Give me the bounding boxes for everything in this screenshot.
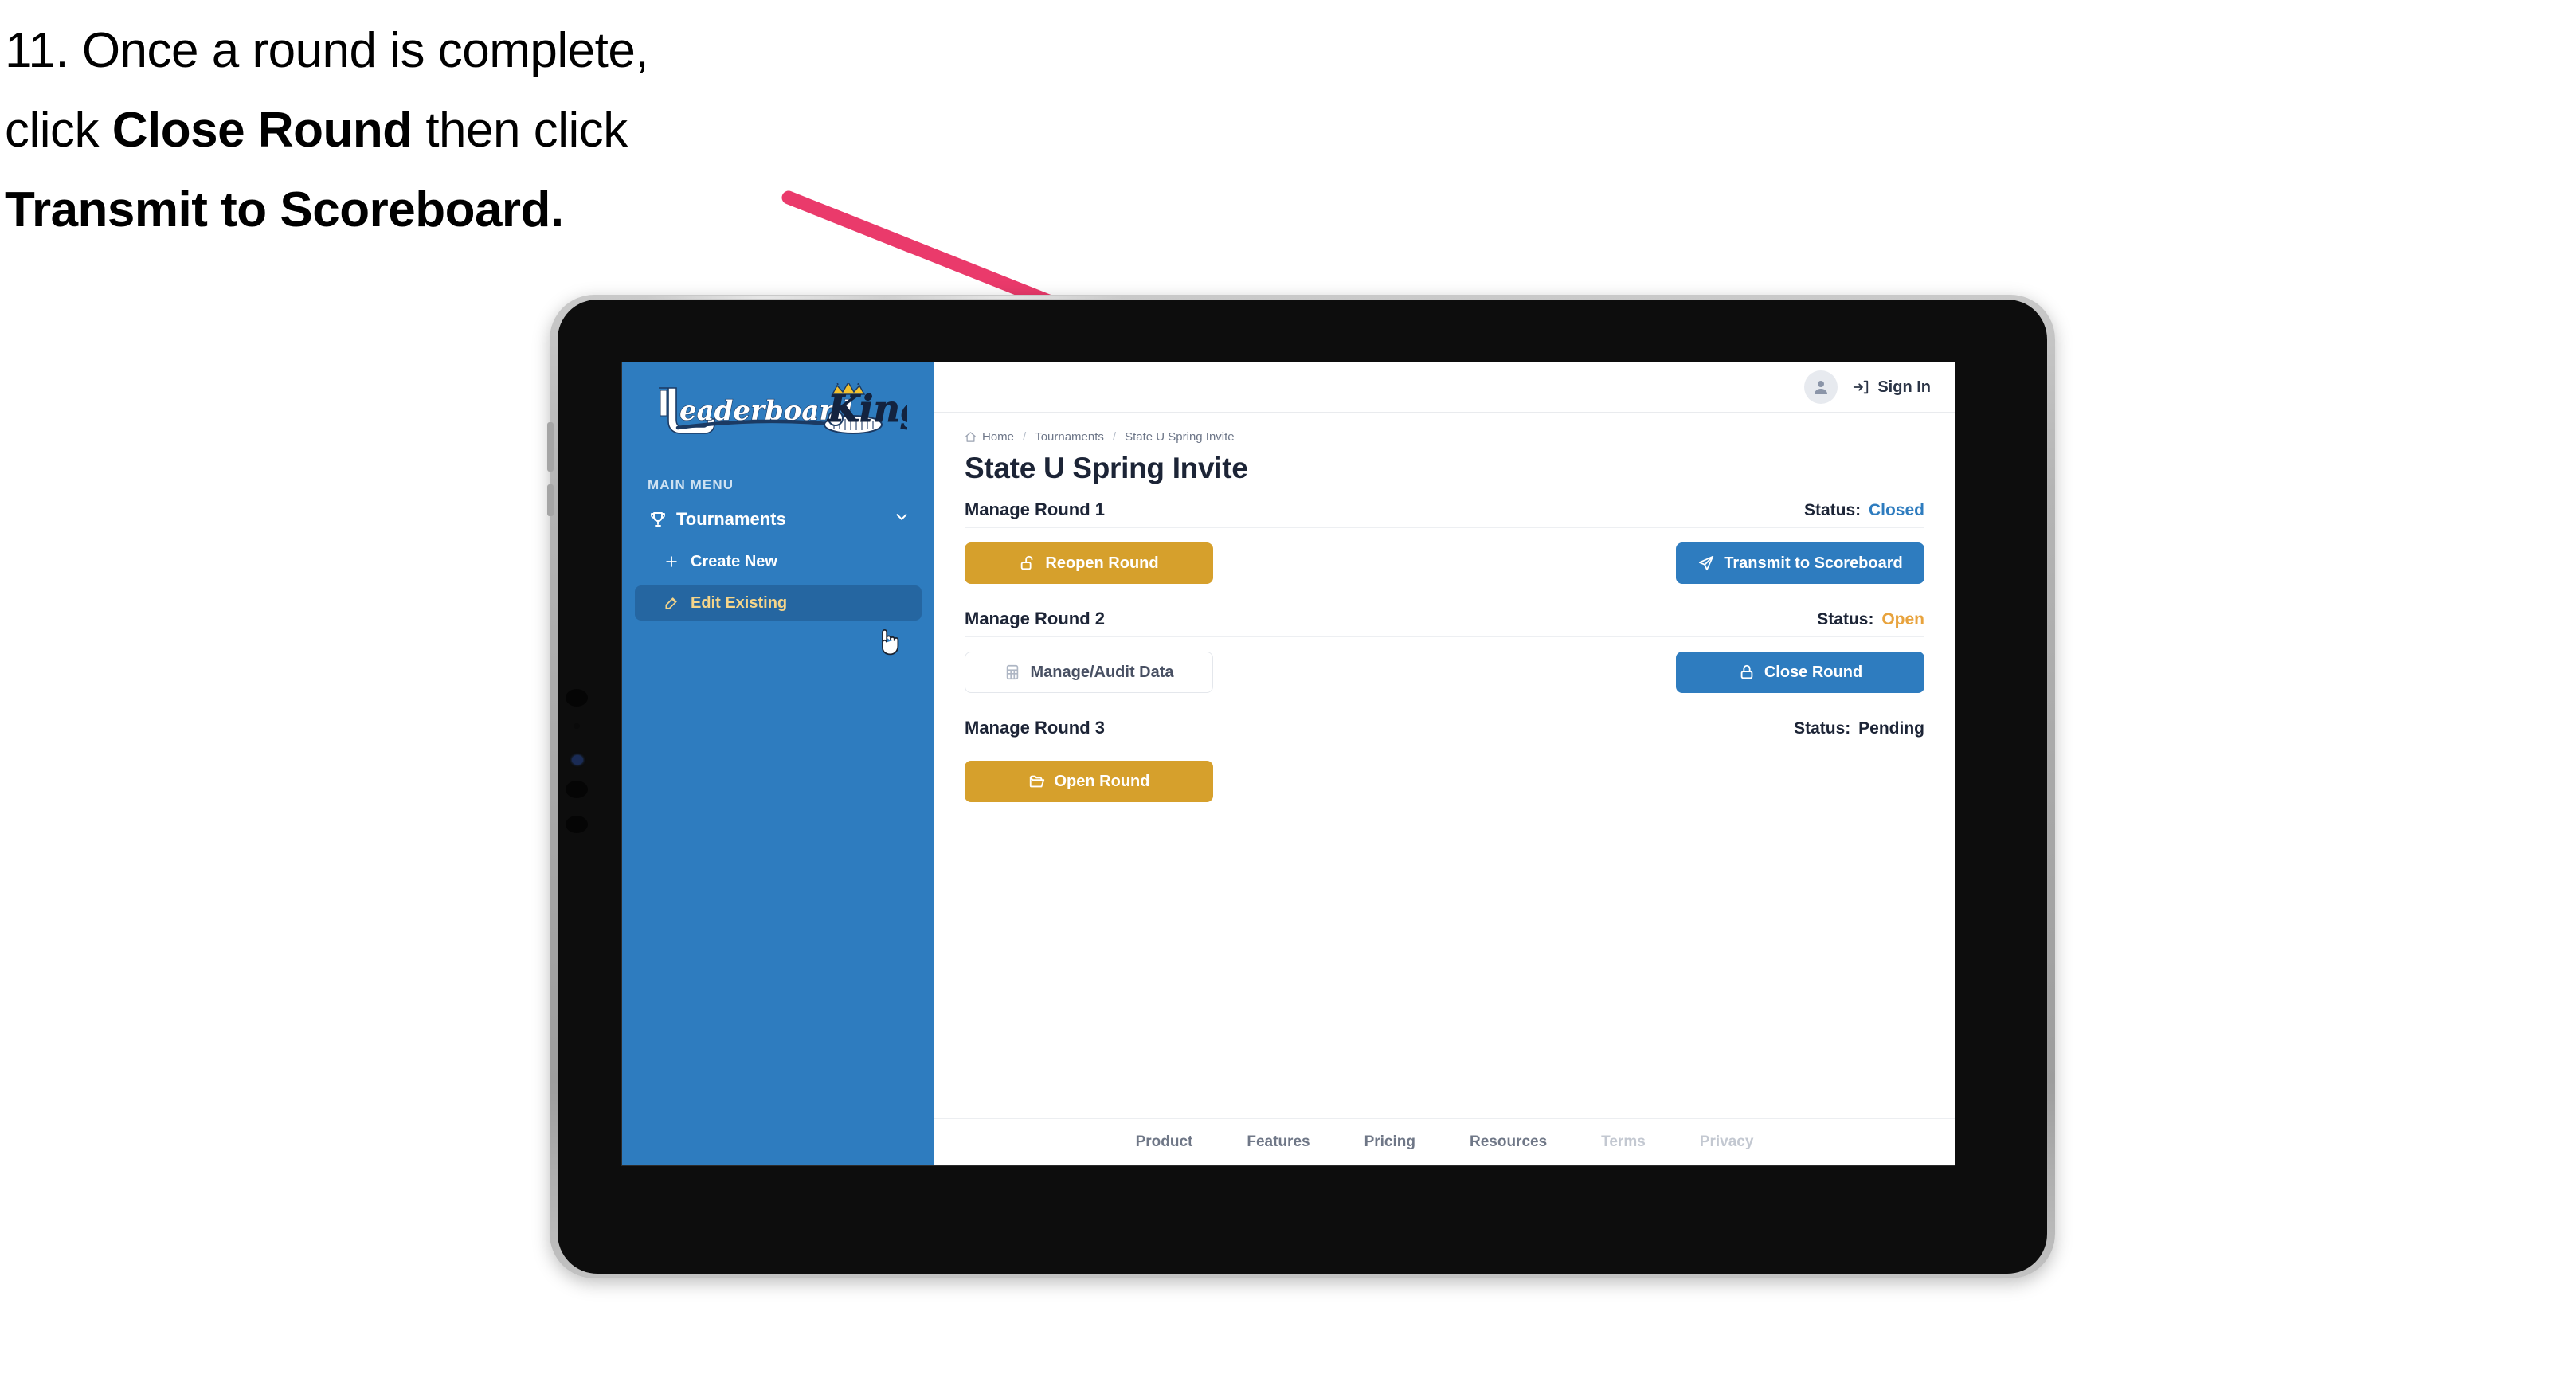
- sidebar-item-edit-existing[interactable]: Edit Existing: [635, 585, 922, 621]
- table-grid-icon: [1004, 664, 1021, 681]
- footer-link-terms[interactable]: Terms: [1601, 1133, 1646, 1151]
- round-header: Manage Round 2 Status: Open: [965, 609, 1924, 637]
- sign-in-label: Sign In: [1877, 378, 1931, 396]
- caption-line2-pre: click: [5, 103, 112, 158]
- sidebar: eaderboard Kin MAIN MENU Tournaments Cre…: [622, 362, 934, 1165]
- round-title: Manage Round 1: [965, 499, 1106, 519]
- breadcrumb: Home / Tournaments / State U Spring Invi…: [965, 430, 1924, 444]
- caption-line1: Once a round is complete,: [81, 23, 649, 78]
- tablet-proximity-sensor: [566, 781, 588, 798]
- main-content: Sign In Home / Tournaments / State U Spr…: [934, 362, 1955, 1165]
- user-avatar-icon[interactable]: [1804, 370, 1838, 404]
- footer-link-features[interactable]: Features: [1247, 1133, 1310, 1151]
- app-logo[interactable]: eaderboard Kin: [622, 362, 934, 460]
- open-round-button[interactable]: Open Round: [965, 761, 1213, 802]
- footer-link-resources[interactable]: Resources: [1470, 1133, 1547, 1151]
- round-actions: Manage/Audit Data Close Round: [965, 651, 1924, 694]
- sign-in-button[interactable]: Sign In: [1852, 378, 1931, 397]
- page-content: Home / Tournaments / State U Spring Invi…: [934, 413, 1955, 827]
- button-label: Close Round: [1764, 663, 1863, 681]
- round-actions: Reopen Round Transmit to Scoreboard: [965, 542, 1924, 585]
- button-label: Open Round: [1054, 772, 1150, 790]
- sidebar-item-label: Edit Existing: [691, 593, 788, 612]
- svg-text:King: King: [826, 387, 907, 430]
- caption-line3-bold: Transmit to Scoreboard.: [5, 182, 564, 237]
- manage-audit-data-button[interactable]: Manage/Audit Data: [965, 652, 1213, 693]
- top-bar: Sign In: [934, 362, 1955, 413]
- breadcrumb-separator: /: [1023, 430, 1027, 444]
- tablet-volume-up-button[interactable]: [547, 422, 554, 472]
- sidebar-item-label: Create New: [691, 552, 777, 570]
- footer-nav: Product Features Pricing Resources Terms…: [934, 1118, 1955, 1165]
- sidebar-item-tournaments[interactable]: Tournaments: [635, 501, 922, 538]
- tablet-volume-down-button[interactable]: [547, 484, 554, 516]
- paper-plane-icon: [1697, 554, 1715, 572]
- tablet-device: eaderboard Kin MAIN MENU Tournaments Cre…: [547, 295, 2055, 1278]
- home-icon[interactable]: [965, 431, 977, 443]
- reopen-round-button[interactable]: Reopen Round: [965, 542, 1213, 584]
- status-value: Closed: [1868, 501, 1924, 519]
- round-block-2: Manage Round 2 Status: Open Manage/Audit…: [965, 609, 1924, 694]
- page-title: State U Spring Invite: [965, 452, 1248, 484]
- open-folder-icon: [1028, 773, 1046, 790]
- status-badge: Status: Pending: [1794, 719, 1924, 738]
- button-label: Transmit to Scoreboard: [1724, 554, 1903, 572]
- leaderboard-king-logo-icon: eaderboard Kin: [659, 383, 907, 434]
- button-label: Manage/Audit Data: [1030, 663, 1174, 681]
- status-label: Status:: [1803, 501, 1862, 519]
- caption-line2-post: then click: [412, 103, 628, 158]
- mouse-pointer-hand-cursor: [882, 629, 899, 656]
- close-round-button[interactable]: Close Round: [1676, 652, 1924, 693]
- caption-line2-bold: Close Round: [112, 103, 413, 158]
- tablet-ambient-sensor: [566, 816, 588, 833]
- unlock-icon: [1019, 554, 1036, 572]
- transmit-to-scoreboard-button[interactable]: Transmit to Scoreboard: [1676, 542, 1924, 584]
- trophy-icon: [646, 510, 670, 529]
- breadcrumb-item-current: State U Spring Invite: [1125, 430, 1235, 444]
- breadcrumb-item-tournaments[interactable]: Tournaments: [1035, 430, 1104, 444]
- status-value: Pending: [1858, 719, 1924, 738]
- round-title: Manage Round 2: [965, 609, 1106, 628]
- tablet-camera-sensor: [566, 689, 588, 707]
- footer-link-pricing[interactable]: Pricing: [1364, 1133, 1415, 1151]
- tablet-led-indicator: [572, 755, 583, 765]
- footer-link-privacy[interactable]: Privacy: [1700, 1133, 1754, 1151]
- lock-icon: [1738, 664, 1756, 681]
- round-block-3: Manage Round 3 Status: Pending Open Roun…: [965, 718, 1924, 803]
- footer-link-product[interactable]: Product: [1136, 1133, 1193, 1151]
- sidebar-item-create-new[interactable]: Create New: [635, 544, 922, 579]
- status-badge: Status: Open: [1817, 610, 1924, 629]
- sidebar-section-label: MAIN MENU: [648, 477, 734, 492]
- tablet-mic-sensor: [574, 723, 580, 729]
- breadcrumb-item-home[interactable]: Home: [982, 430, 1014, 444]
- breadcrumb-separator: /: [1112, 430, 1117, 444]
- sidebar-item-label: Tournaments: [676, 509, 786, 529]
- chevron-down-icon[interactable]: [893, 508, 910, 531]
- tablet-speaker-grill: [645, 296, 1123, 299]
- round-block-1: Manage Round 1 Status: Closed Reopen Rou…: [965, 499, 1924, 585]
- status-value: Open: [1881, 610, 1924, 628]
- round-actions: Open Round: [965, 760, 1924, 803]
- status-badge: Status: Closed: [1804, 501, 1924, 520]
- round-title: Manage Round 3: [965, 718, 1106, 738]
- edit-square-icon: [660, 594, 683, 612]
- round-header: Manage Round 3 Status: Pending: [965, 718, 1924, 746]
- button-label: Reopen Round: [1045, 554, 1159, 572]
- app-screen: eaderboard Kin MAIN MENU Tournaments Cre…: [622, 362, 1955, 1165]
- status-label: Status:: [1794, 719, 1851, 738]
- round-header: Manage Round 1 Status: Closed: [965, 499, 1924, 528]
- status-label: Status:: [1817, 610, 1874, 628]
- sign-in-arrow-icon: [1852, 378, 1869, 396]
- plus-icon: [660, 553, 683, 570]
- instruction-caption: 11. Once a round is complete, click Clos…: [5, 11, 849, 250]
- caption-step-number: 11.: [5, 23, 69, 78]
